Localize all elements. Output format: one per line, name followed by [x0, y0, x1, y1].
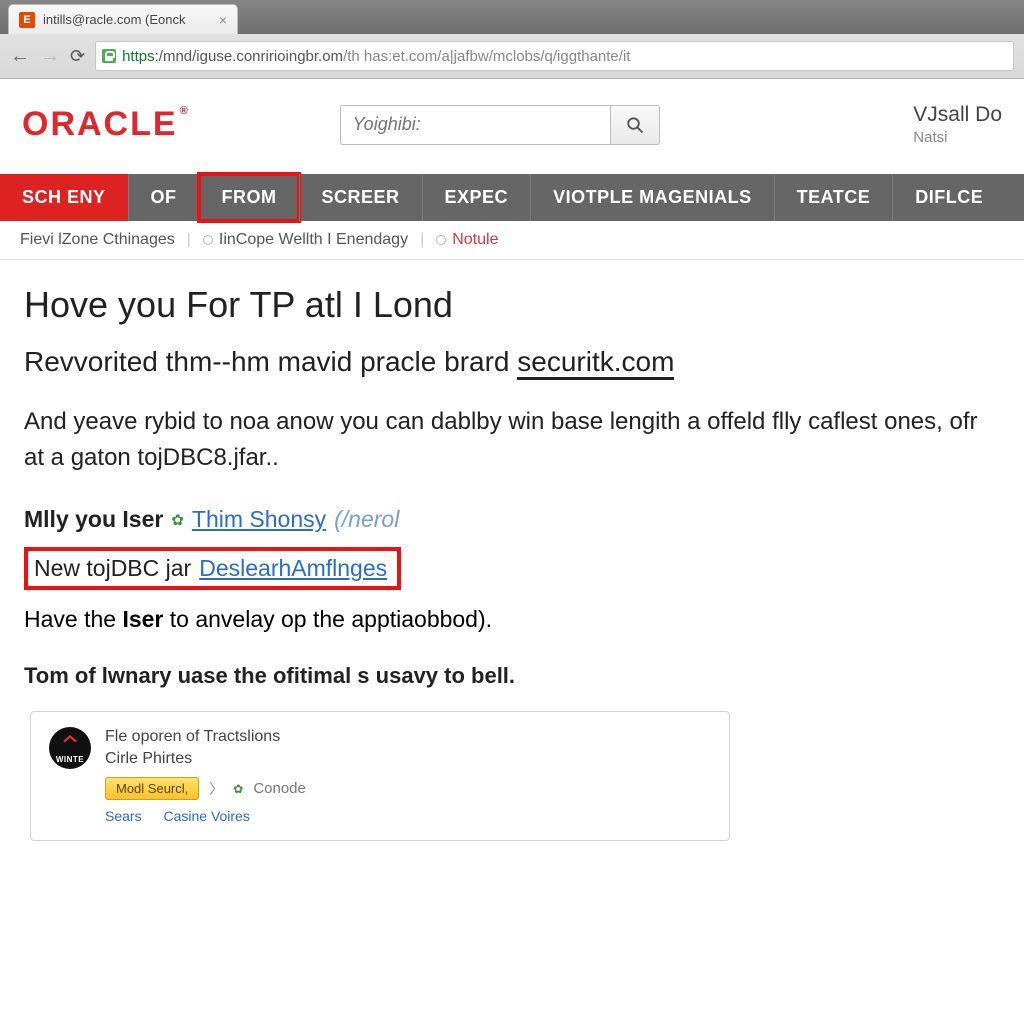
- logo-text: ORACLE: [22, 105, 178, 144]
- browser-chrome: E intills@racle.com (Eonck × ← → ⟳ https…: [0, 0, 1024, 79]
- info-card: WINTE Fle oporen of Tractslions Cirle Ph…: [30, 711, 730, 841]
- url-bar[interactable]: https:/mnd/iguse.conririoingbr.om/th has…: [95, 41, 1014, 71]
- url-host: :/mnd/iguse.conririoingbr.om: [155, 48, 343, 65]
- modl-button[interactable]: Modl Seurcl,: [105, 777, 199, 800]
- leaf-icon: ✿: [171, 511, 184, 529]
- row-box-pre: New tojDBC jar: [34, 555, 191, 582]
- link-deslearh[interactable]: DeslearhAmflnges: [199, 555, 387, 582]
- main-nav: SCH ENY OF FROM SCREER EXPEC VIOTPLE MAG…: [0, 174, 1024, 221]
- sub-item-0[interactable]: Fievi lZone Cthinages: [20, 231, 175, 249]
- page: ORACLE® VJsall Do Natsi SCH ENY OF FROM …: [0, 79, 1024, 841]
- link-thim[interactable]: Thim Shonsy: [192, 506, 326, 533]
- url-text: https:/mnd/iguse.conririoingbr.om/th has…: [122, 48, 630, 65]
- sub-divider: |: [187, 231, 191, 249]
- row-bold: Mlly you Iser: [24, 506, 163, 533]
- nav-screer[interactable]: SCREER: [299, 174, 422, 221]
- subhead-pre: Revvorited thm--hm mavid pracle brard: [24, 346, 517, 377]
- nav-sch-eny[interactable]: SCH ENY: [0, 174, 128, 221]
- reload-button[interactable]: ⟳: [70, 46, 85, 67]
- user-block[interactable]: VJsall Do Natsi: [913, 103, 1002, 146]
- oracle-logo[interactable]: ORACLE®: [22, 105, 190, 144]
- row-mlly: Mlly you Iser ✿ Thim Shonsy (/nerol: [24, 506, 1000, 533]
- card-links: Sears Casine Voires: [105, 808, 711, 824]
- search-input[interactable]: [340, 105, 610, 145]
- user-sub: Natsi: [913, 129, 1002, 146]
- tab-bar: E intills@racle.com (Eonck ×: [0, 0, 1024, 34]
- user-name: VJsall Do: [913, 103, 1002, 127]
- link-nerol[interactable]: (/nerol: [334, 506, 399, 533]
- card-titles: Fle oporen of Tractslions Cirle Phirtes: [105, 726, 280, 769]
- link-sears[interactable]: Sears: [105, 808, 142, 824]
- subhead-link[interactable]: securitk.com: [517, 346, 674, 380]
- highlight-box: New tojDBC jar DeslearhAmflnges: [24, 547, 401, 590]
- nav-from[interactable]: FROM: [199, 174, 299, 221]
- search-button[interactable]: [610, 105, 660, 145]
- sub-divider: |: [420, 231, 424, 249]
- page-subhead: Revvorited thm--hm mavid pracle brard se…: [24, 346, 1000, 378]
- sub-label: Fievi lZone Cthinages: [20, 231, 175, 249]
- forward-button[interactable]: →: [40, 45, 60, 68]
- page-header: ORACLE® VJsall Do Natsi: [0, 79, 1024, 174]
- link-casine[interactable]: Casine Voires: [163, 808, 249, 824]
- sub-item-2[interactable]: Notule: [436, 231, 498, 249]
- back-button[interactable]: ←: [10, 45, 30, 68]
- leaf-icon: ✿: [233, 782, 243, 796]
- lock-icon: [102, 49, 116, 63]
- avatar: WINTE: [49, 727, 91, 769]
- sub-item-1[interactable]: IinCope Wellth I Enendagy: [203, 231, 408, 249]
- tab-favicon: E: [19, 12, 35, 28]
- search-wrap: [340, 105, 660, 145]
- close-icon[interactable]: ×: [219, 12, 227, 28]
- url-path: /th has:et.com/a|jafbw/mclobs/q/iggthant…: [343, 48, 630, 65]
- under-red-pre: Have the: [24, 606, 122, 632]
- avatar-label: WINTE: [56, 755, 84, 764]
- nav-viotple[interactable]: VIOTPLE MAGENIALS: [530, 174, 774, 221]
- under-red-bold: Iser: [122, 606, 163, 632]
- url-scheme: https: [122, 48, 155, 65]
- tab-title: intills@racle.com (Eonck: [43, 12, 211, 27]
- browser-toolbar: ← → ⟳ https:/mnd/iguse.conririoingbr.om/…: [0, 34, 1024, 78]
- sub-label: IinCope Wellth I Enendagy: [219, 231, 408, 249]
- nav-teatce[interactable]: TEATCE: [774, 174, 893, 221]
- circle-icon: [436, 235, 446, 245]
- row-new-jar: New tojDBC jar DeslearhAmflnges: [34, 555, 387, 582]
- sub-bar: Fievi lZone Cthinages | IinCope Wellth I…: [0, 221, 1024, 260]
- chevron-icon: [62, 733, 78, 745]
- card-after: Conode: [253, 780, 306, 797]
- bold-paragraph: Tom of lwnary uase the ofitimal s usavy …: [24, 663, 1000, 689]
- page-title: Hove you For TP atl I Lond: [24, 284, 1000, 326]
- content: Hove you For TP atl I Lond Revvorited th…: [0, 260, 1024, 841]
- search-icon: [626, 116, 644, 134]
- intro-paragraph: And yeave rybid to noa anow you can dabl…: [24, 404, 1000, 476]
- browser-tab[interactable]: E intills@racle.com (Eonck ×: [8, 4, 238, 34]
- chevron-right-icon: 〉: [209, 779, 223, 799]
- sub-label: Notule: [452, 231, 498, 249]
- card-subtitle: Cirle Phirtes: [105, 748, 280, 770]
- under-red-row: Have the Iser to anvelay op the apptiaob…: [24, 606, 1000, 633]
- card-row2: Modl Seurcl, 〉 ✿ Conode: [105, 777, 711, 800]
- card-title: Fle oporen of Tractslions: [105, 726, 280, 748]
- nav-diflce[interactable]: DIFLCE: [892, 174, 1005, 221]
- nav-expec[interactable]: EXPEC: [422, 174, 531, 221]
- nav-of[interactable]: OF: [128, 174, 199, 221]
- card-top: WINTE Fle oporen of Tractslions Cirle Ph…: [49, 726, 711, 769]
- circle-icon: [203, 235, 213, 245]
- under-red-post: to anvelay op the apptiaobbod).: [163, 606, 492, 632]
- logo-reg: ®: [180, 105, 190, 117]
